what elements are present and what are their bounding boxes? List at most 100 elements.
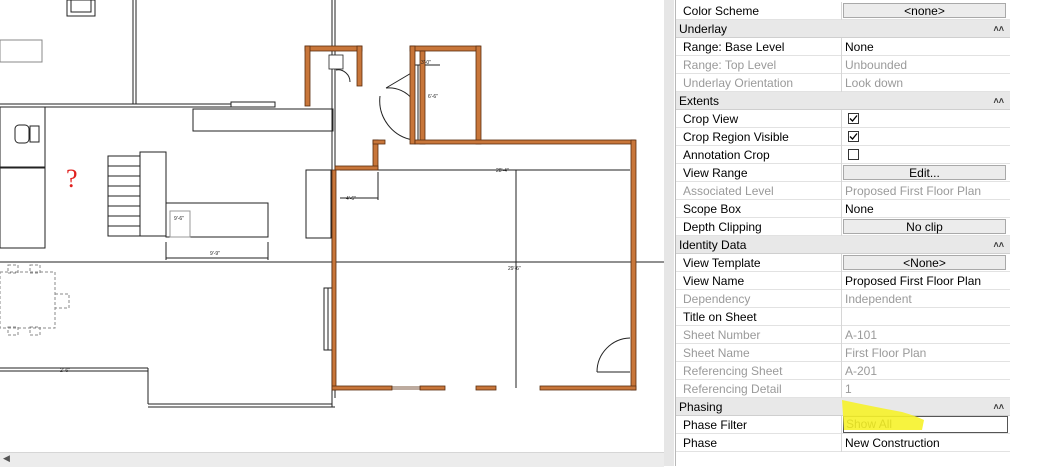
- property-row-title-on-sheet[interactable]: Title on Sheet: [676, 308, 1010, 326]
- property-value-button[interactable]: Edit...: [843, 165, 1006, 180]
- property-label: Title on Sheet: [676, 308, 842, 326]
- property-value[interactable]: <None>: [843, 254, 1010, 272]
- property-row-associated-level: Associated Level Proposed First Floor Pla…: [676, 182, 1010, 200]
- category-header-underlay[interactable]: Underlay ˄˄: [676, 20, 1010, 38]
- property-value-button[interactable]: No clip: [843, 219, 1006, 234]
- checkbox-unchecked[interactable]: [848, 149, 859, 160]
- property-label: Crop View: [676, 110, 842, 128]
- property-label: Color Scheme: [676, 2, 842, 20]
- property-row-view-name[interactable]: View Name Proposed First Floor Plan: [676, 272, 1010, 290]
- property-value: Proposed First Floor Plan: [845, 184, 982, 198]
- markup-question-mark: ?: [66, 164, 78, 193]
- property-row-phase-filter[interactable]: Phase Filter Show All: [676, 416, 1010, 434]
- property-label: Phase: [676, 434, 842, 452]
- property-value: Look down: [845, 76, 904, 90]
- property-row-sheet-number: Sheet Number A-101: [676, 326, 1010, 344]
- dimension-text: 9'-9": [210, 251, 220, 257]
- dimension-text: 9'-6": [174, 216, 184, 222]
- property-value-button[interactable]: <none>: [843, 3, 1006, 18]
- property-row-view-template[interactable]: View Template <None>: [676, 254, 1010, 272]
- panel-gutter: [1010, 0, 1064, 466]
- property-row-crop-view[interactable]: Crop View: [676, 110, 1010, 128]
- property-label: Crop Region Visible: [676, 128, 842, 146]
- property-label: Sheet Name: [676, 344, 842, 362]
- property-value: 1: [845, 382, 852, 396]
- dimension-text: 28'-4": [496, 168, 509, 174]
- property-label: View Range: [676, 164, 842, 182]
- scroll-left-icon[interactable]: ◀: [3, 453, 10, 464]
- checkbox-checked[interactable]: [848, 113, 859, 124]
- property-row-color-scheme[interactable]: Color Scheme <none>: [676, 2, 1010, 20]
- category-label: Extents: [679, 94, 720, 108]
- horizontal-scrollbar[interactable]: ◀: [0, 452, 664, 467]
- collapse-chevron-icon[interactable]: ˄˄: [993, 398, 1004, 416]
- property-value: First Floor Plan: [845, 346, 927, 360]
- property-row-view-range[interactable]: View Range Edit...: [676, 164, 1010, 182]
- property-value[interactable]: [843, 110, 1010, 128]
- floor-plan-drawing: ? 9'-9" 4'-6" 28'-4" 3'-0" 9'-6" 6'-6" 2…: [0, 0, 664, 408]
- property-label: Annotation Crop: [676, 146, 842, 164]
- property-label: Associated Level: [676, 182, 842, 200]
- property-row-phase[interactable]: Phase New Construction: [676, 434, 1010, 452]
- property-label: Phase Filter: [676, 416, 842, 434]
- property-label: Depth Clipping: [676, 218, 842, 236]
- category-label: Underlay: [679, 22, 728, 36]
- property-value[interactable]: None: [843, 38, 1010, 56]
- drawing-canvas[interactable]: ? 9'-9" 4'-6" 28'-4" 3'-0" 9'-6" 6'-6" 2…: [0, 0, 664, 466]
- properties-panel: Color Scheme <none> Underlay ˄˄ Range: Base …: [675, 0, 1011, 466]
- property-value[interactable]: No clip: [843, 218, 1010, 236]
- property-value[interactable]: [843, 308, 1010, 326]
- property-row-annotation-crop[interactable]: Annotation Crop: [676, 146, 1010, 164]
- category-header-identity-data[interactable]: Identity Data ˄˄: [676, 236, 1010, 254]
- property-row-referencing-detail: Referencing Detail 1: [676, 380, 1010, 398]
- collapse-chevron-icon[interactable]: ˄˄: [993, 92, 1004, 110]
- checkmark-icon: [849, 115, 858, 122]
- checkbox-checked[interactable]: [848, 131, 859, 142]
- property-label: View Template: [676, 254, 842, 272]
- dimension-text: 4'-6": [346, 196, 356, 202]
- property-value: A-101: [845, 328, 878, 342]
- property-value[interactable]: New Construction: [843, 434, 1010, 452]
- property-value[interactable]: None: [843, 200, 1010, 218]
- property-label: Range: Base Level: [676, 38, 842, 56]
- property-value[interactable]: [843, 128, 1010, 146]
- checkmark-icon: [849, 133, 858, 140]
- dimension-text: 3'-0": [421, 60, 431, 66]
- property-label: Dependency: [676, 290, 842, 308]
- property-value: Unbounded: [845, 58, 908, 72]
- dimension-text: 2'-6": [60, 368, 70, 374]
- category-label: Identity Data: [679, 238, 747, 252]
- collapse-chevron-icon[interactable]: ˄˄: [993, 20, 1004, 38]
- property-value[interactable]: Edit...: [843, 164, 1010, 182]
- property-row-crop-region-visible[interactable]: Crop Region Visible: [676, 128, 1010, 146]
- property-value-editbox[interactable]: Show All: [843, 416, 1008, 433]
- property-label: Sheet Number: [676, 326, 842, 344]
- category-header-extents[interactable]: Extents ˄˄: [676, 92, 1010, 110]
- property-row-range-base-level[interactable]: Range: Base Level None: [676, 38, 1010, 56]
- property-row-depth-clipping[interactable]: Depth Clipping No clip: [676, 218, 1010, 236]
- property-row-dependency: Dependency Independent: [676, 290, 1010, 308]
- property-value[interactable]: Proposed First Floor Plan: [843, 272, 1010, 290]
- property-label: Scope Box: [676, 200, 842, 218]
- property-label: Referencing Sheet: [676, 362, 842, 380]
- property-value[interactable]: Show All: [843, 416, 1010, 434]
- property-label: Underlay Orientation: [676, 74, 842, 92]
- property-value: A-201: [845, 364, 878, 378]
- property-value-button[interactable]: <None>: [843, 255, 1006, 270]
- collapse-chevron-icon[interactable]: ˄˄: [993, 236, 1004, 254]
- property-label: Referencing Detail: [676, 380, 842, 398]
- property-value[interactable]: [843, 146, 1010, 164]
- property-row-sheet-name: Sheet Name First Floor Plan: [676, 344, 1010, 362]
- dimension-text: 29'-6": [508, 266, 521, 272]
- property-value[interactable]: <none>: [843, 2, 1010, 20]
- property-value: Independent: [845, 292, 912, 306]
- property-row-underlay-orientation: Underlay Orientation Look down: [676, 74, 1010, 92]
- property-row-scope-box[interactable]: Scope Box None: [676, 200, 1010, 218]
- property-row-referencing-sheet: Referencing Sheet A-201: [676, 362, 1010, 380]
- category-header-phasing[interactable]: Phasing ˄˄: [676, 398, 1010, 416]
- property-row-range-top-level: Range: Top Level Unbounded: [676, 56, 1010, 74]
- dimension-text: 6'-6": [428, 94, 438, 100]
- vertical-scrollbar[interactable]: [664, 0, 674, 466]
- category-label: Phasing: [679, 400, 723, 414]
- property-label: Range: Top Level: [676, 56, 842, 74]
